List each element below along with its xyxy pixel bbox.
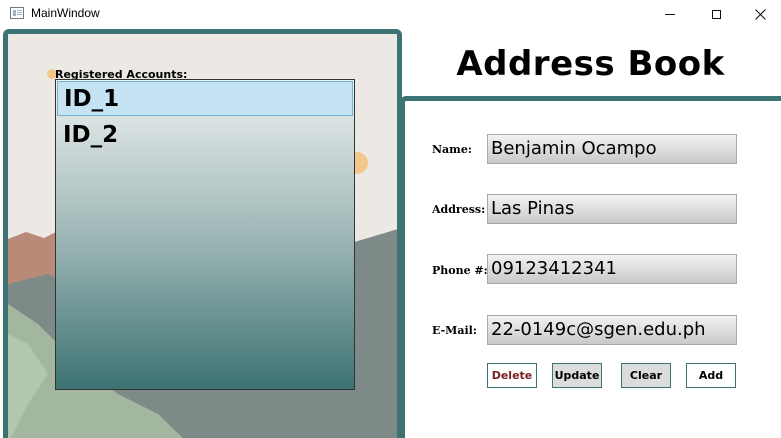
contact-form-panel: Name: Benjamin Ocampo Address: Las Pinas…: [400, 96, 781, 438]
page-title: Address Book: [456, 44, 725, 84]
account-list-item[interactable]: ID_1: [57, 81, 353, 116]
account-list-item[interactable]: ID_2: [57, 117, 353, 152]
address-label: Address:: [432, 203, 486, 216]
close-icon: [754, 8, 766, 20]
window-title: MainWindow: [31, 6, 100, 20]
name-field[interactable]: Benjamin Ocampo: [487, 134, 737, 164]
add-button[interactable]: Add: [686, 363, 736, 388]
address-field[interactable]: Las Pinas: [487, 194, 737, 224]
app-window-icon: [10, 7, 24, 19]
minimize-button[interactable]: [647, 0, 693, 28]
minimize-icon: [665, 13, 675, 15]
name-label: Name:: [432, 143, 472, 156]
email-field[interactable]: 22-0149c@sgen.edu.ph: [487, 315, 737, 345]
maximize-button[interactable]: [693, 0, 739, 28]
update-button[interactable]: Update: [552, 363, 602, 388]
accounts-panel: Registered Accounts: ID_1 ID_2: [3, 29, 402, 438]
email-label: E-Mail:: [432, 324, 477, 337]
clear-button[interactable]: Clear: [621, 363, 671, 388]
accounts-listbox[interactable]: ID_1 ID_2: [55, 79, 355, 390]
phone-label: Phone #:: [432, 264, 488, 277]
delete-button[interactable]: Delete: [487, 363, 537, 388]
phone-field[interactable]: 09123412341: [487, 254, 737, 284]
maximize-icon: [711, 9, 721, 19]
title-bar: MainWindow: [0, 0, 781, 28]
close-button[interactable]: [737, 0, 781, 28]
